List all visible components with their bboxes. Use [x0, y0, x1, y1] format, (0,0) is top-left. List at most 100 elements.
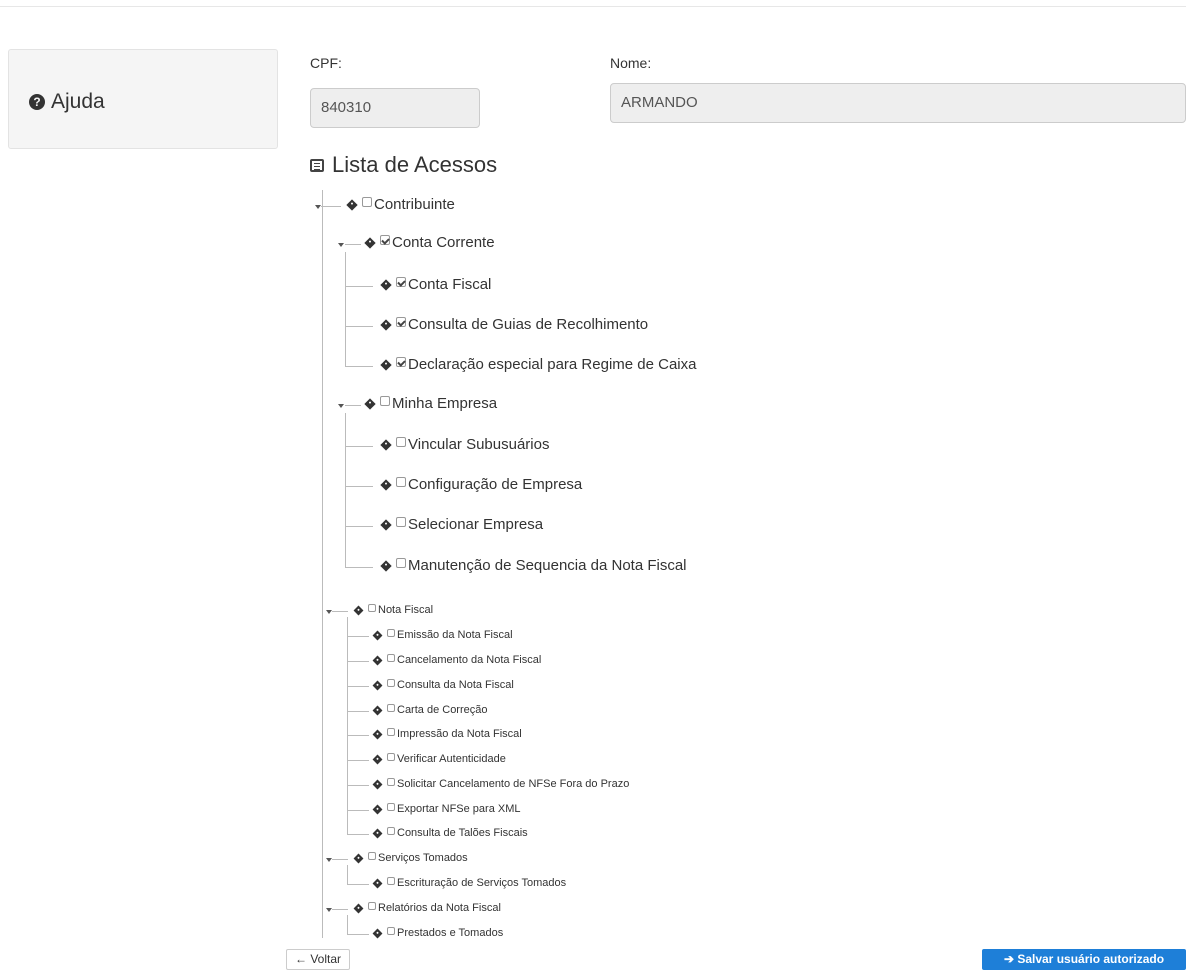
tree-connector: [347, 785, 369, 786]
access-checkbox[interactable]: [396, 516, 406, 527]
tree-connector: [345, 244, 361, 245]
tree-connector: [345, 413, 346, 567]
access-checkbox[interactable]: [380, 395, 390, 406]
tree-connector: [345, 567, 373, 568]
tree-node[interactable]: Carta de Correção: [372, 704, 488, 716]
tree-node-label: Consulta de Talões Fiscais: [397, 827, 528, 839]
tree-connector: [347, 884, 369, 885]
access-checkbox[interactable]: [362, 196, 372, 207]
tree-node-label: Configuração de Empresa: [408, 476, 583, 493]
tree-node[interactable]: Contribuinte: [346, 196, 455, 213]
tree-node-label: Emissão da Nota Fiscal: [397, 629, 513, 641]
access-checkbox[interactable]: [387, 679, 395, 687]
access-checkbox[interactable]: [380, 234, 390, 245]
access-tree: Contribuinte Conta Corrente Conta Fiscal Co…: [0, 0, 1186, 970]
access-checkbox[interactable]: [387, 877, 395, 885]
tree-connector: [321, 206, 341, 207]
tree-node[interactable]: Nota Fiscal: [353, 604, 433, 616]
tag-icon: [353, 853, 364, 863]
tag-icon: [372, 655, 383, 665]
tag-icon: [380, 518, 392, 531]
tree-connector: [347, 735, 369, 736]
tree-node[interactable]: Impressão da Nota Fiscal: [372, 728, 522, 740]
tree-connector: [347, 834, 369, 835]
access-checkbox[interactable]: [396, 276, 406, 287]
tree-node[interactable]: Solicitar Cancelamento de NFSe Fora do P…: [372, 778, 630, 790]
tree-node[interactable]: Prestados e Tomados: [372, 927, 504, 939]
tree-connector: [345, 405, 361, 406]
tag-icon: [372, 804, 383, 814]
tree-node-label: Prestados e Tomados: [397, 927, 504, 939]
tree-connector: [347, 711, 369, 712]
tree-node[interactable]: Verificar Autenticidade: [372, 753, 506, 765]
tree-node[interactable]: Selecionar Empresa: [380, 516, 543, 533]
tree-node[interactable]: Consulta da Nota Fiscal: [372, 679, 514, 691]
tag-icon: [346, 198, 358, 211]
tree-connector: [345, 252, 346, 366]
tree-node-label: Exportar NFSe para XML: [397, 803, 521, 815]
access-checkbox[interactable]: [387, 629, 395, 637]
access-checkbox[interactable]: [396, 476, 406, 487]
tree-node[interactable]: Cancelamento da Nota Fiscal: [372, 654, 541, 666]
tree-connector: [347, 617, 348, 834]
tree-node-label: Verificar Autenticidade: [397, 753, 506, 765]
access-checkbox[interactable]: [387, 728, 395, 736]
tree-node-label: Conta Corrente: [392, 234, 495, 251]
access-checkbox[interactable]: [387, 704, 395, 712]
tree-node[interactable]: Emissão da Nota Fiscal: [372, 629, 513, 641]
back-button[interactable]: ← Voltar: [286, 949, 351, 970]
tag-icon: [380, 318, 392, 331]
tree-node-label: Serviços Tomados: [378, 852, 468, 864]
tree-connector: [322, 190, 323, 938]
access-checkbox[interactable]: [396, 356, 406, 367]
tree-connector: [345, 366, 373, 367]
tree-node[interactable]: Minha Empresa: [364, 395, 497, 412]
access-checkbox[interactable]: [396, 436, 406, 447]
tag-icon: [380, 438, 392, 451]
tree-node[interactable]: Serviços Tomados: [353, 852, 468, 864]
access-checkbox[interactable]: [396, 557, 406, 568]
tree-connector: [345, 326, 373, 327]
tag-icon: [353, 605, 364, 615]
tree-connector: [332, 859, 348, 860]
tree-connector: [332, 611, 348, 612]
access-checkbox[interactable]: [387, 927, 395, 935]
tree-node-label: Escrituração de Serviços Tomados: [397, 877, 567, 889]
tree-node[interactable]: Configuração de Empresa: [380, 476, 583, 493]
tree-node[interactable]: Exportar NFSe para XML: [372, 803, 521, 815]
access-checkbox[interactable]: [387, 803, 395, 811]
tree-connector: [345, 446, 373, 447]
tree-connector: [347, 934, 369, 935]
access-checkbox[interactable]: [368, 604, 376, 612]
tree-node-label: Declaração especial para Regime de Caixa: [408, 356, 697, 373]
tree-node-label: Vincular Subusuários: [408, 436, 550, 453]
tree-node-label: Impressão da Nota Fiscal: [397, 728, 522, 740]
tree-connector: [347, 760, 369, 761]
access-checkbox[interactable]: [396, 316, 406, 327]
tree-node[interactable]: Conta Fiscal: [380, 276, 491, 293]
tree-connector: [345, 526, 373, 527]
tree-connector: [345, 486, 373, 487]
tree-node-label: Manutenção de Sequencia da Nota Fiscal: [408, 557, 687, 574]
tree-connector: [332, 909, 348, 910]
access-checkbox[interactable]: [387, 827, 395, 835]
tree-node[interactable]: Consulta de Guias de Recolhimento: [380, 316, 648, 333]
access-checkbox[interactable]: [387, 778, 395, 786]
save-authorized-user-button[interactable]: ➔ Salvar usuário autorizado: [982, 949, 1186, 970]
access-checkbox[interactable]: [387, 654, 395, 662]
tree-connector: [347, 686, 369, 687]
tree-node[interactable]: Vincular Subusuários: [380, 436, 550, 453]
access-checkbox[interactable]: [368, 902, 376, 910]
access-checkbox[interactable]: [368, 852, 376, 860]
access-checkbox[interactable]: [387, 753, 395, 761]
tree-node[interactable]: Escrituração de Serviços Tomados: [372, 877, 567, 889]
tree-node[interactable]: Declaração especial para Regime de Caixa: [380, 356, 697, 373]
tree-node[interactable]: Relatórios da Nota Fiscal: [353, 902, 501, 914]
tree-node-label: Solicitar Cancelamento de NFSe Fora do P…: [397, 778, 630, 790]
tree-connector: [347, 810, 369, 811]
tree-connector: [347, 915, 348, 934]
tree-node[interactable]: Consulta de Talões Fiscais: [372, 827, 528, 839]
tag-icon: [372, 630, 383, 640]
tree-node[interactable]: Conta Corrente: [364, 234, 495, 251]
tree-node[interactable]: Manutenção de Sequencia da Nota Fiscal: [380, 557, 687, 574]
